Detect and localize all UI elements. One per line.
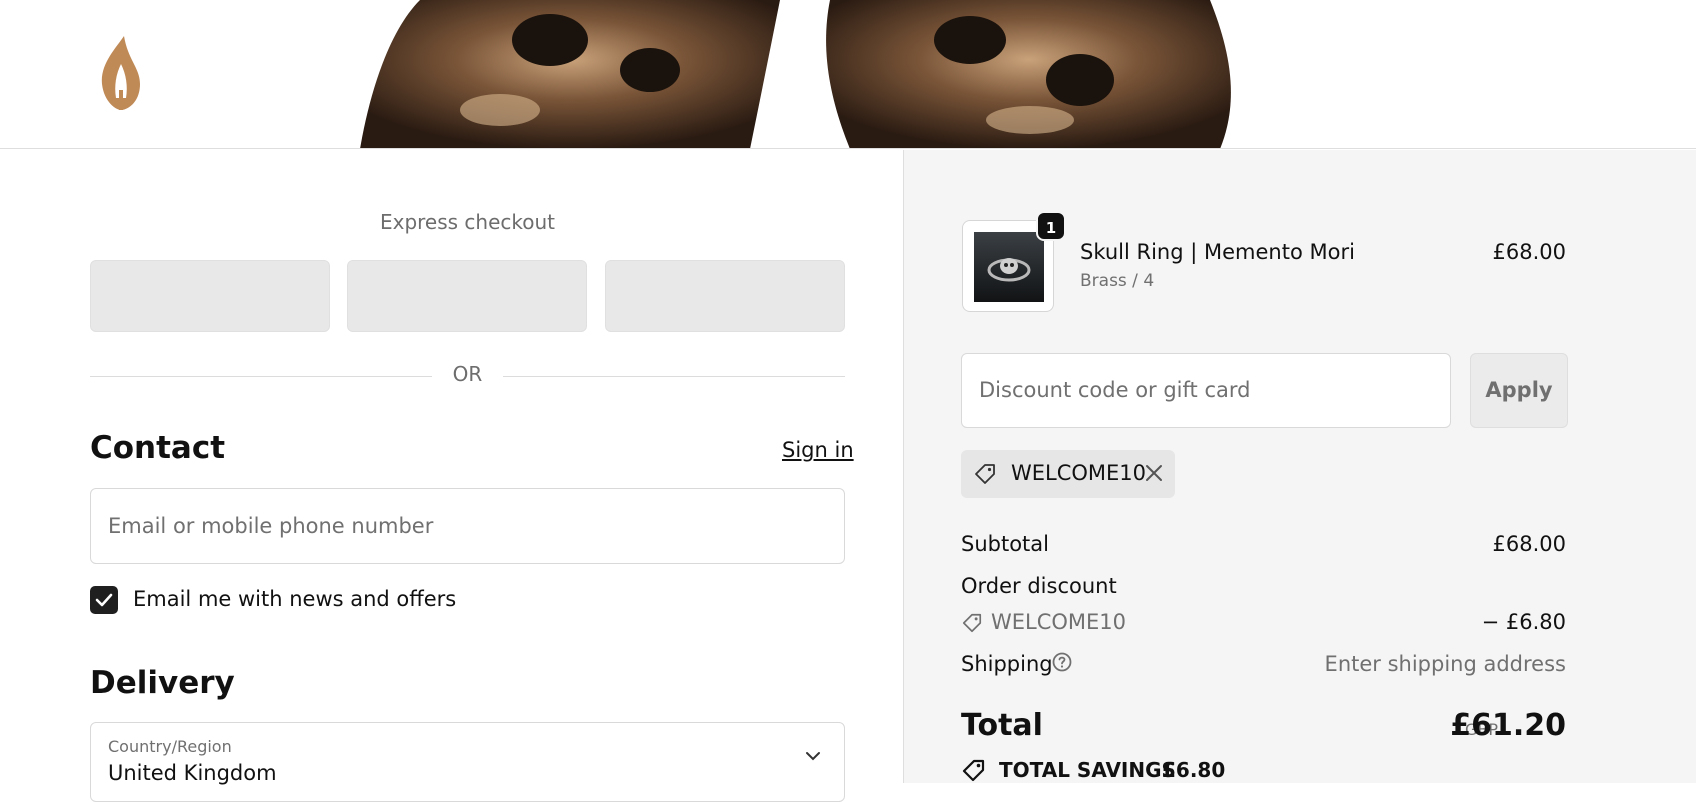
skull-ring-image (974, 232, 1044, 302)
newsletter-checkbox[interactable] (90, 586, 118, 614)
newsletter-label: Email me with news and offers (133, 587, 457, 611)
apply-button[interactable]: Apply (1470, 353, 1568, 428)
check-icon (95, 593, 113, 607)
order-summary: 1 Skull Ring | Memento Mori Brass / 4 £6… (903, 150, 1696, 783)
country-select[interactable]: Country/Region United Kingdom (90, 722, 845, 802)
tag-icon (962, 613, 982, 633)
express-pay-button-1[interactable] (90, 260, 330, 332)
subtotal-label: Subtotal (961, 532, 1049, 556)
product-price: £68.00 (1492, 240, 1566, 264)
email-placeholder: Email or mobile phone number (108, 514, 434, 538)
express-pay-button-2[interactable] (347, 260, 587, 332)
header-banner (0, 0, 1696, 149)
express-pay-button-3[interactable] (605, 260, 845, 332)
chevron-down-icon (806, 752, 820, 761)
express-checkout-title: Express checkout (379, 210, 556, 234)
email-field[interactable]: Email or mobile phone number (90, 488, 845, 564)
divider-line (503, 376, 845, 377)
savings-tag-icon (962, 759, 985, 782)
shipping-label: Shipping (961, 652, 1053, 676)
delivery-heading: Delivery (90, 665, 235, 701)
country-label: Country/Region (108, 737, 232, 756)
discount-placeholder: Discount code or gift card (979, 378, 1251, 402)
or-text: OR (452, 362, 483, 386)
flame-leaf-logo-icon[interactable] (98, 34, 144, 112)
total-label: Total (961, 708, 1043, 743)
contact-heading: Contact (90, 430, 226, 466)
quantity-badge: 1 (1036, 211, 1066, 241)
close-icon[interactable] (1144, 463, 1164, 483)
product-name: Skull Ring | Memento Mori (1080, 240, 1355, 264)
applied-discount-tag: WELCOME10 (961, 450, 1175, 498)
product-variant: Brass / 4 (1080, 271, 1155, 291)
subtotal-value: £68.00 (1492, 532, 1566, 556)
total-value: £61.20 (1450, 708, 1566, 743)
total-savings-label: TOTAL SAVINGS (999, 758, 1176, 782)
tag-icon (975, 464, 995, 484)
total-savings-value: £6.80 (1162, 758, 1226, 782)
sign-in-link[interactable]: Sign in (782, 438, 854, 462)
shipping-value: Enter shipping address (1324, 652, 1566, 676)
discount-value: − £6.80 (1481, 610, 1566, 634)
banner-image (360, 0, 1231, 148)
country-value: United Kingdom (108, 761, 277, 785)
applied-code-text: WELCOME10 (1011, 461, 1147, 485)
order-discount-label: Order discount (961, 574, 1117, 598)
discount-code-label: WELCOME10 (991, 610, 1127, 634)
discount-code-field[interactable]: Discount code or gift card (961, 353, 1451, 428)
checkout-form: Express checkout OR Contact Sign in Emai… (0, 150, 903, 802)
help-icon[interactable] (1051, 651, 1073, 673)
or-divider: OR (90, 362, 845, 392)
